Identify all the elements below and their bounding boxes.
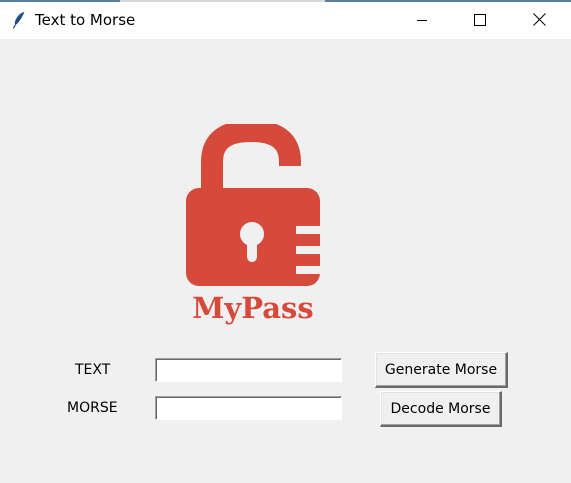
close-icon [532,11,546,30]
morse-label: MORSE [67,400,118,416]
close-button[interactable] [510,2,568,39]
mypass-logo: MyPass [180,119,325,326]
decode-morse-button[interactable]: Decode Morse [380,391,502,427]
maximize-button[interactable] [451,2,509,39]
maximize-icon [474,11,486,30]
window-title: Text to Morse [35,11,136,29]
feather-icon [12,11,26,29]
title-bar[interactable]: Text to Morse [0,2,571,39]
morse-input[interactable] [155,396,342,420]
minimize-button[interactable] [393,2,451,39]
text-input[interactable] [155,358,342,382]
app-window: Text to Morse MyPass TEXT Generate Morse… [0,0,571,483]
text-label: TEXT [75,362,111,378]
open-padlock-icon [186,119,322,286]
generate-morse-button[interactable]: Generate Morse [375,352,508,388]
minimize-icon [416,11,428,30]
logo-text: MyPass [192,291,313,325]
